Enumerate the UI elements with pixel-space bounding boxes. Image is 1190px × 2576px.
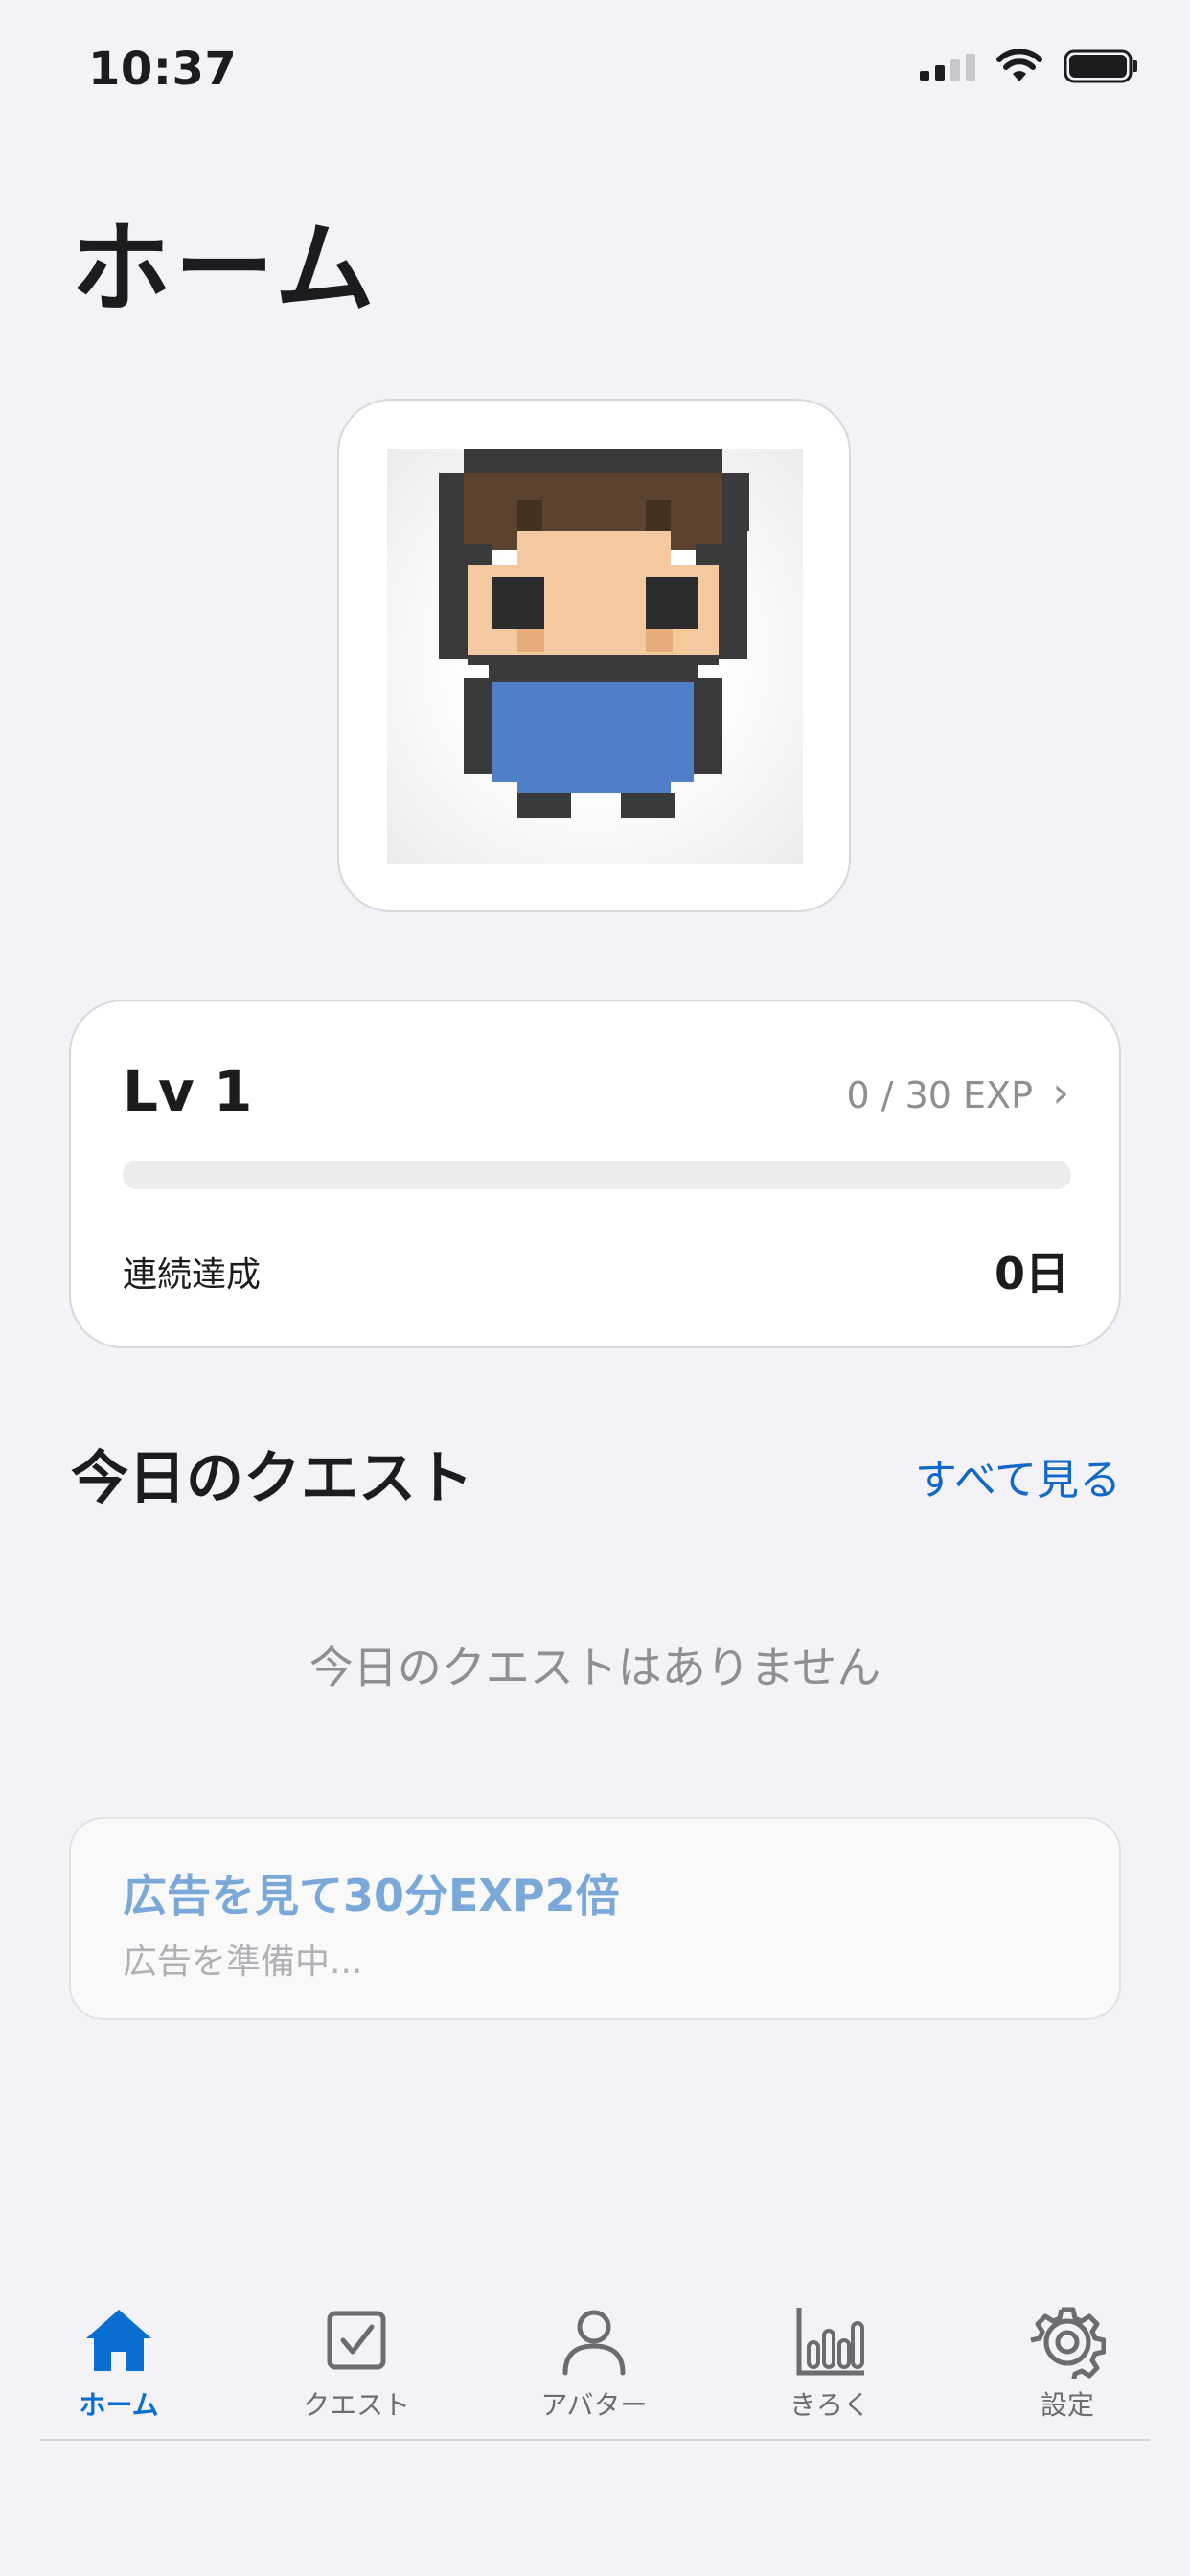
exp-progress-bar [123, 1161, 1071, 1189]
see-all-link[interactable]: すべて見る [915, 1445, 1121, 1506]
status-time: 10:37 [88, 42, 238, 96]
status-bar: 10:37 [0, 0, 1190, 144]
quests-section-title: 今日のクエスト [71, 1445, 473, 1512]
tab-bar: ホーム クエスト アバター きろく 設定 [0, 2281, 1190, 2444]
wifi-icon [996, 49, 1042, 81]
ad-title: 広告を見て30分EXP2倍 [123, 1870, 620, 1921]
cellular-signal-icon [920, 52, 975, 80]
pixel-avatar [439, 448, 749, 818]
ad-bonus-button[interactable]: 広告を見て30分EXP2倍 広告を準備中... [69, 1817, 1121, 2020]
tab-quests[interactable]: クエスト [261, 2281, 452, 2425]
home-indicator-divider [40, 2439, 1150, 2441]
streak-value: 0日 [994, 1248, 1069, 1300]
tab-settings[interactable]: 設定 [972, 2281, 1163, 2425]
tab-avatar[interactable]: アバター [498, 2281, 690, 2425]
tab-records[interactable]: きろく [734, 2281, 926, 2425]
chevron-right-icon: › [1052, 1069, 1069, 1117]
tab-label: ホーム [79, 2389, 159, 2421]
tab-label: クエスト [302, 2389, 410, 2421]
streak-label: 連続達成 [123, 1255, 262, 1295]
exp-text: 0 / 30 EXP [846, 1074, 1033, 1116]
person-icon [562, 2310, 626, 2376]
checkbox-icon [327, 2311, 386, 2370]
bar-chart-icon [796, 2308, 864, 2376]
avatar-frame [387, 448, 803, 864]
avatar-card[interactable] [337, 399, 851, 912]
page-title: ホーム [71, 210, 378, 327]
gear-icon [1030, 2307, 1106, 2379]
status-icons [920, 48, 1140, 84]
battery-icon [1064, 49, 1137, 83]
house-icon [86, 2310, 151, 2371]
level-label: Lv 1 [123, 1059, 253, 1124]
tab-label: きろく [789, 2389, 870, 2421]
ad-subtitle: 広告を準備中... [123, 1943, 363, 1982]
quests-empty-message: 今日のクエストはありません [309, 1642, 881, 1693]
tab-label: 設定 [1040, 2389, 1094, 2421]
tab-home[interactable]: ホーム [23, 2281, 215, 2425]
level-card[interactable]: Lv 1 0 / 30 EXP › 連続達成 0日 [69, 1000, 1121, 1348]
tab-label: アバター [540, 2389, 648, 2421]
